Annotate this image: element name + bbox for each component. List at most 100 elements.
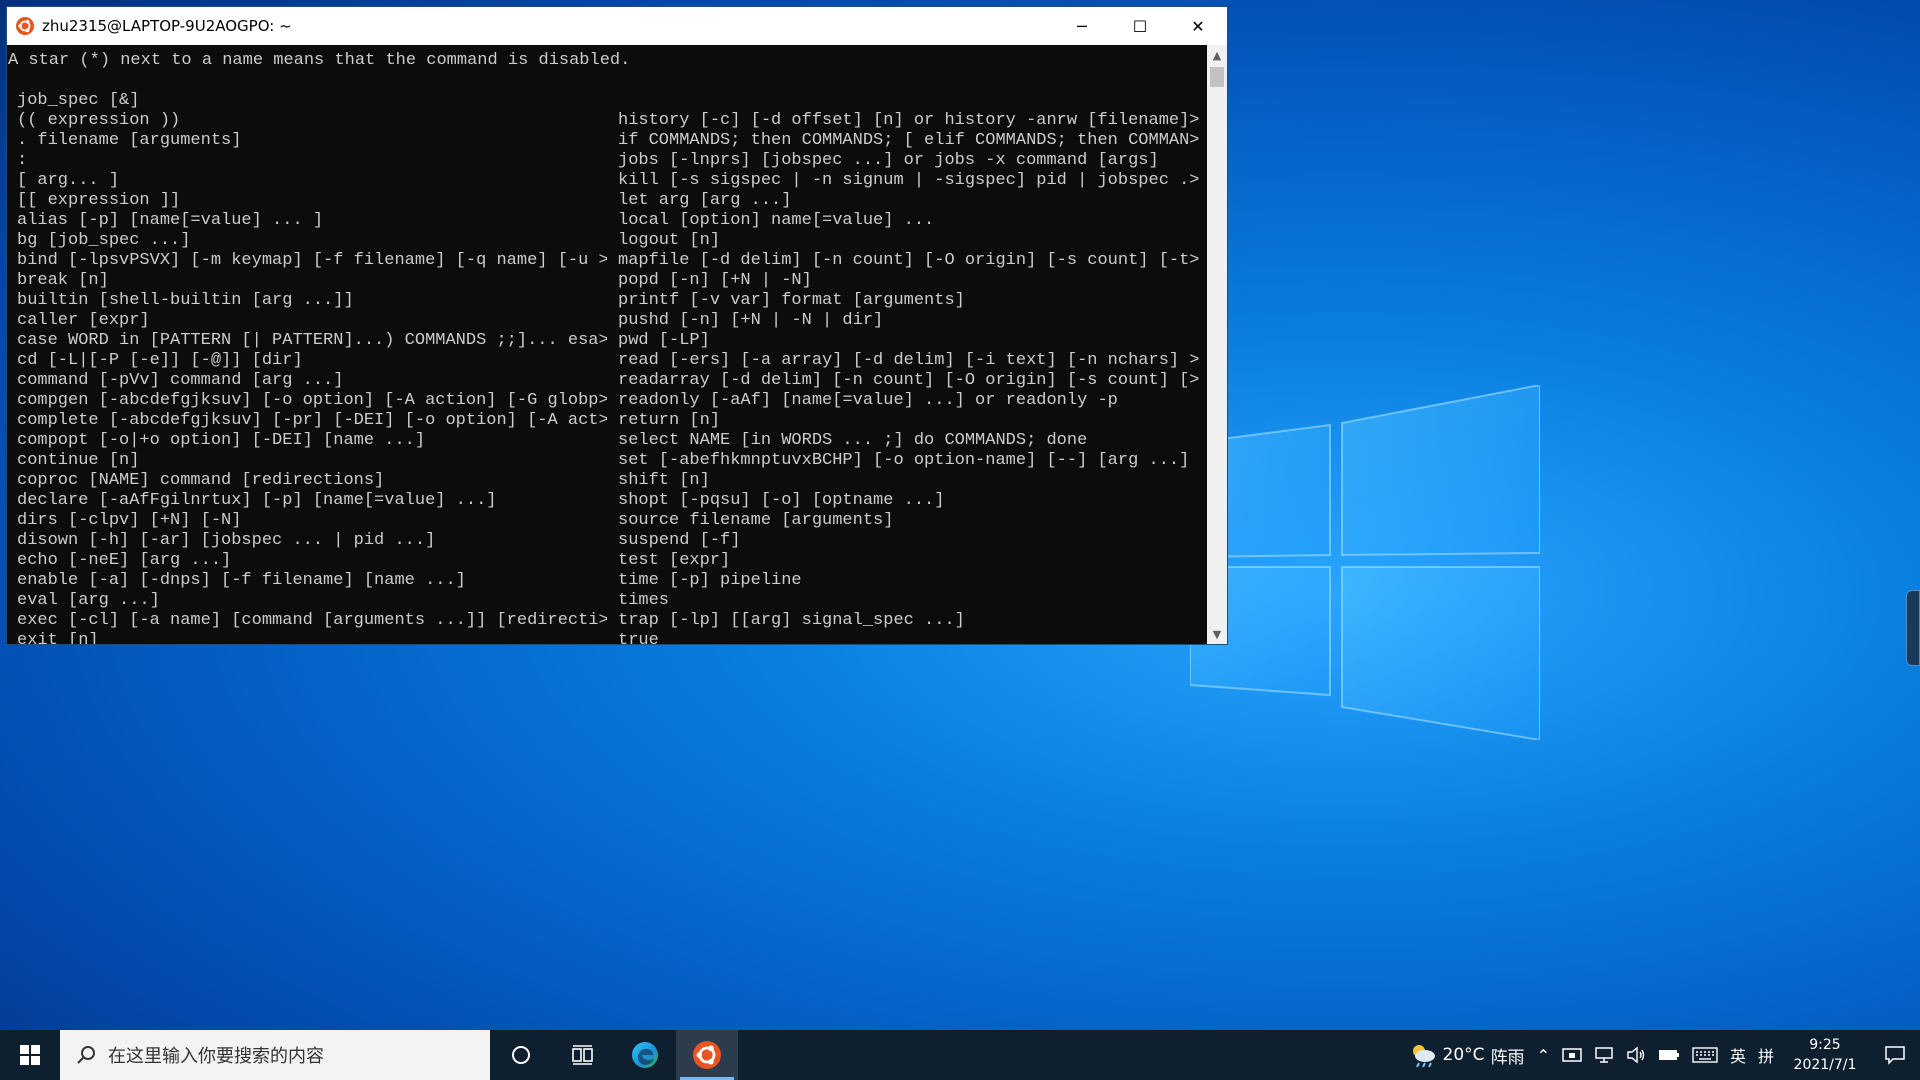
help-line: printf [-v var] format [arguments] — [618, 291, 965, 310]
help-line: enable [-a] [-dnps] [-f filename] [name … — [17, 571, 466, 590]
windows-logo-icon — [1189, 383, 1541, 742]
help-line: shopt [-pqsu] [-o] [optname ...] — [618, 491, 945, 510]
edge-side-widget[interactable] — [1906, 590, 1920, 666]
help-line — [618, 91, 1200, 111]
speaker-volume-icon — [1627, 1046, 1645, 1064]
taskbar-clock[interactable]: 9:25 2021/7/1 — [1780, 1035, 1870, 1075]
weather-description: 阵雨 — [1490, 1047, 1525, 1068]
help-line: cd [-L|[-P [-e]] [-@]] [dir] — [17, 351, 303, 370]
help-line: dirs [-clpv] [+N] [-N] — [17, 511, 242, 530]
help-line: eval [arg ...] — [17, 591, 160, 610]
security-shield-icon — [1562, 1048, 1582, 1062]
help-line: let arg [arg ...] — [618, 191, 792, 210]
help-line: exec [-cl] [-a name] [command [arguments… — [17, 611, 607, 630]
tray-volume-icon[interactable] — [1620, 1030, 1652, 1080]
search-placeholder: 在这里输入你要搜索的内容 — [108, 1046, 324, 1067]
cortana-button[interactable] — [490, 1030, 552, 1080]
help-line: local [option] name[=value] ... — [618, 211, 935, 230]
help-line: declare [-aAfFgilnrtux] [-p] [name[=valu… — [17, 491, 497, 510]
window-titlebar[interactable]: zhu2315@LAPTOP-9U2AOGPO: ~ ─ ☐ ✕ — [7, 7, 1227, 45]
help-line: times — [618, 591, 670, 610]
help-line: set [-abefhkmnptuvxBCHP] [-o option-name… — [618, 451, 1190, 470]
help-line: alias [-p] [name[=value] ... ] — [17, 211, 324, 230]
task-view-button[interactable] — [552, 1030, 614, 1080]
help-line: disown [-h] [-ar] [jobspec ... | pid ...… — [17, 531, 436, 550]
help-column-left: job_spec [&](( expression )). filename [… — [17, 91, 607, 644]
help-line: shift [n] — [618, 471, 710, 490]
help-line: bg [job_spec ...] — [17, 231, 191, 250]
help-column-right: history [-c] [-d offset] [n] or history … — [618, 91, 1200, 644]
help-line: [[ expression ]] — [17, 191, 181, 210]
ubuntu-icon — [693, 1041, 721, 1069]
edge-browser-icon — [632, 1042, 658, 1068]
terminal-window[interactable]: zhu2315@LAPTOP-9U2AOGPO: ~ ─ ☐ ✕ A star … — [6, 6, 1228, 645]
minimize-button[interactable]: ─ — [1053, 7, 1111, 45]
help-line: builtin [shell-builtin [arg ...]] — [17, 291, 354, 310]
help-line: . filename [arguments] — [17, 131, 242, 150]
help-line: source filename [arguments] — [618, 511, 894, 530]
help-line: return [n] — [618, 411, 721, 430]
help-line: [ arg... ] — [17, 171, 120, 190]
help-line: history [-c] [-d offset] [n] or history … — [618, 111, 1200, 130]
clock-time: 9:25 — [1809, 1037, 1841, 1053]
help-line: exit [n] — [17, 631, 99, 644]
help-line: kill [-s sigspec | -n signum | -sigspec]… — [618, 171, 1200, 190]
ubuntu-taskbar-button[interactable] — [676, 1030, 738, 1080]
weather-widget[interactable]: 20°C 阵雨 — [1403, 1030, 1531, 1080]
start-button[interactable] — [0, 1030, 60, 1080]
taskbar: 在这里输入你要搜索的内容 20°C 阵雨 ⌃ 英 拼 9:25 2021/7/1 — [0, 1030, 1920, 1080]
vertical-scrollbar[interactable]: ▲ ▼ — [1207, 45, 1227, 644]
help-line: continue [n] — [17, 451, 140, 470]
taskbar-search-box[interactable]: 在这里输入你要搜索的内容 — [60, 1030, 490, 1080]
help-line: coproc [NAME] command [redirections] — [17, 471, 385, 490]
help-line: echo [-neE] [arg ...] — [17, 551, 232, 570]
help-line: popd [-n] [+N | -N] — [618, 271, 812, 290]
cortana-circle-icon — [512, 1046, 530, 1064]
weather-rain-cloud-icon — [1412, 1045, 1435, 1067]
help-line: if COMMANDS; then COMMANDS; [ elif COMMA… — [618, 131, 1200, 150]
help-line: bind [-lpsvPSVX] [-m keymap] [-f filenam… — [17, 251, 607, 270]
tray-security-icon[interactable] — [1556, 1030, 1588, 1080]
window-title: zhu2315@LAPTOP-9U2AOGPO: ~ — [42, 17, 292, 35]
show-hidden-icons-button[interactable]: ⌃ — [1531, 1030, 1556, 1080]
task-view-icon — [572, 1045, 593, 1065]
terminal-intro-line: A star (*) next to a name means that the… — [8, 51, 631, 70]
windows-start-icon — [20, 1045, 40, 1065]
help-line: trap [-lp] [[arg] signal_spec ...] — [618, 611, 965, 630]
action-center-button[interactable] — [1870, 1045, 1920, 1065]
help-line: time [-p] pipeline — [618, 571, 802, 590]
network-monitor-icon — [1595, 1047, 1613, 1063]
scroll-down-arrow-icon[interactable]: ▼ — [1207, 624, 1227, 644]
maximize-button[interactable]: ☐ — [1111, 7, 1169, 45]
tray-keyboard-icon[interactable] — [1686, 1030, 1724, 1080]
tray-battery-icon[interactable] — [1652, 1030, 1686, 1080]
help-line: compopt [-o|+o option] [-DEI] [name ...] — [17, 431, 426, 450]
scroll-thumb[interactable] — [1210, 67, 1224, 87]
touch-keyboard-icon — [1692, 1047, 1718, 1063]
close-button[interactable]: ✕ — [1169, 7, 1227, 45]
help-line: case WORD in [PATTERN [| PATTERN]...) CO… — [17, 331, 607, 350]
chevron-up-icon: ⌃ — [1536, 1045, 1550, 1065]
help-line: job_spec [&] — [17, 91, 140, 110]
help-line: caller [expr] — [17, 311, 150, 330]
system-tray: 20°C 阵雨 ⌃ 英 拼 9:25 2021/7/1 — [1403, 1030, 1920, 1080]
help-line: : — [17, 151, 28, 170]
help-line: (( expression )) — [17, 111, 181, 130]
help-line: readonly [-aAf] [name[=value] ...] or re… — [618, 391, 1118, 410]
help-line: suspend [-f] — [618, 531, 741, 550]
edge-taskbar-button[interactable] — [614, 1030, 676, 1080]
scroll-up-arrow-icon[interactable]: ▲ — [1207, 45, 1227, 65]
help-line: true — [618, 631, 659, 644]
search-icon — [77, 1046, 95, 1064]
clock-date: 2021/7/1 — [1793, 1057, 1857, 1073]
windows-wallpaper-logo — [1189, 383, 1541, 742]
ime-mode-button[interactable]: 拼 — [1752, 1030, 1780, 1080]
tray-network-icon[interactable] — [1588, 1030, 1620, 1080]
help-line: test [expr] — [618, 551, 731, 570]
help-line: select NAME [in WORDS ... ;] do COMMANDS… — [618, 431, 1088, 450]
terminal-output[interactable]: A star (*) next to a name means that the… — [7, 45, 1207, 644]
ubuntu-icon — [16, 17, 34, 35]
ime-language-button[interactable]: 英 — [1724, 1030, 1752, 1080]
help-line: read [-ers] [-a array] [-d delim] [-i te… — [618, 351, 1200, 370]
help-line: jobs [-lnprs] [jobspec ...] or jobs -x c… — [618, 151, 1159, 170]
